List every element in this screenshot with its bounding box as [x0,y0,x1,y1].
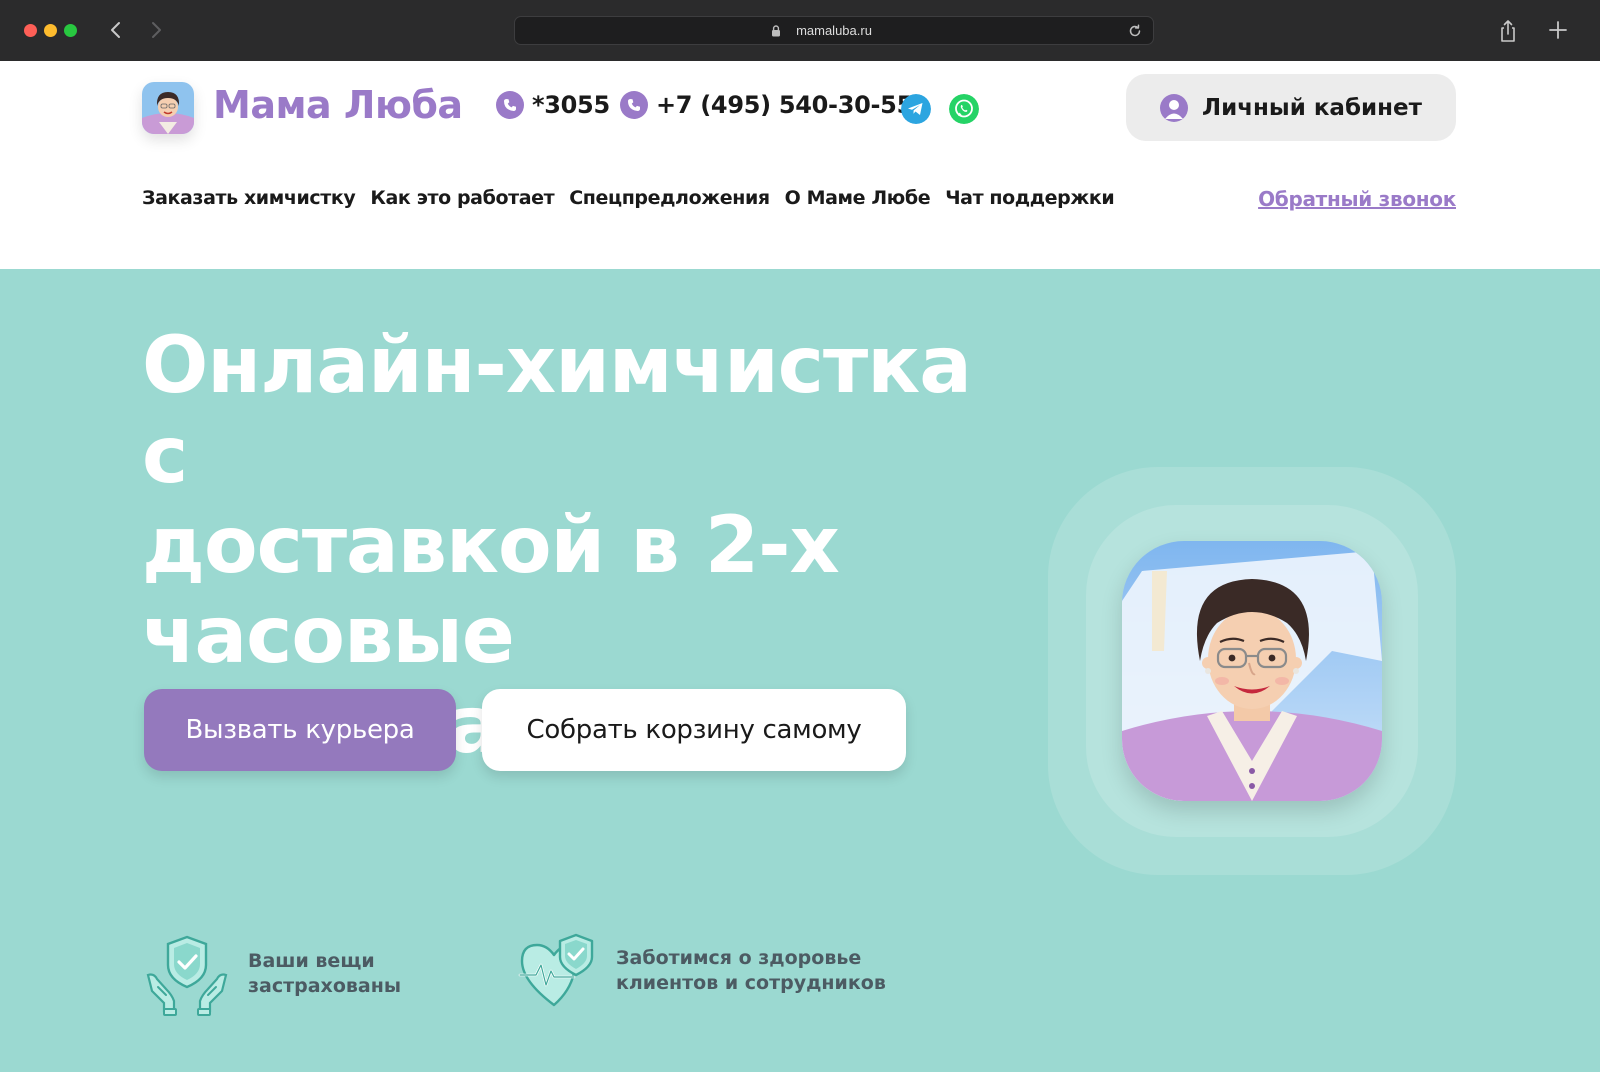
reload-icon[interactable] [1127,23,1143,39]
feature-line: Заботимся о здоровье [616,947,862,969]
short-phone-number: *3055 [532,91,610,119]
short-phone[interactable]: *3055 [496,91,610,119]
nav-special-offers[interactable]: Спецпредложения [569,187,770,209]
nav-order-cleaning[interactable]: Заказать химчистку [142,187,356,209]
nav-about[interactable]: О Маме Любе [785,187,931,209]
share-icon[interactable] [1496,18,1520,44]
back-arrow-icon[interactable] [102,16,130,44]
forward-arrow-icon[interactable] [142,16,170,44]
phone-icon [496,91,524,119]
brand-name[interactable]: Мама Люба [213,83,463,127]
browser-toolbar: mamaluba.ru [0,0,1600,61]
main-phone-number: +7 (495) 540-30-55 [656,91,913,119]
feature-health-text: Заботимся о здоровье клиентов и сотрудни… [616,946,886,996]
call-courier-button[interactable]: Вызвать курьера [144,689,456,771]
hero-title-line: Онлайн-химчистка с [142,321,972,501]
phone-icon [620,91,648,119]
whatsapp-icon[interactable] [949,94,979,124]
close-window-button[interactable] [24,24,37,37]
user-icon [1160,93,1188,122]
nav-how-it-works[interactable]: Как это работает [370,187,554,209]
callback-link[interactable]: Обратный звонок [1258,187,1456,211]
hero-section: Онлайн-химчистка с доставкой в 2-х часов… [0,269,1600,1072]
nav-support-chat[interactable]: Чат поддержки [945,187,1114,209]
url-text: mamaluba.ru [796,23,872,38]
feature-insurance: Ваши вещи застрахованы [144,931,401,1017]
minimize-window-button[interactable] [44,24,57,37]
maximize-window-button[interactable] [64,24,77,37]
build-basket-button[interactable]: Собрать корзину самому [482,689,906,771]
insurance-hands-icon [146,935,228,1016]
feature-line: Ваши вещи [248,950,375,972]
address-bar[interactable]: mamaluba.ru [514,16,1154,45]
feature-health: Заботимся о здоровье клиентов и сотрудни… [518,931,886,1011]
feature-line: клиентов и сотрудников [616,972,886,994]
account-label: Личный кабинет [1202,94,1422,121]
feature-insurance-text: Ваши вещи застрахованы [248,949,401,999]
hero-title-line: доставкой в 2-х [142,501,840,591]
account-button[interactable]: Личный кабинет [1126,74,1456,141]
site-header: Мама Люба *3055 +7 (495) 540-30-55 Личны… [0,61,1600,269]
new-tab-icon[interactable] [1546,18,1570,42]
mama-luba-illustration [1122,541,1382,801]
main-phone[interactable]: +7 (495) 540-30-55 [620,91,913,119]
telegram-icon[interactable] [901,94,931,124]
feature-line: застрахованы [248,975,402,997]
heart-shield-icon [518,933,594,1007]
logo-icon[interactable] [142,82,194,134]
main-nav: Заказать химчистку Как это работает Спец… [142,187,1115,209]
